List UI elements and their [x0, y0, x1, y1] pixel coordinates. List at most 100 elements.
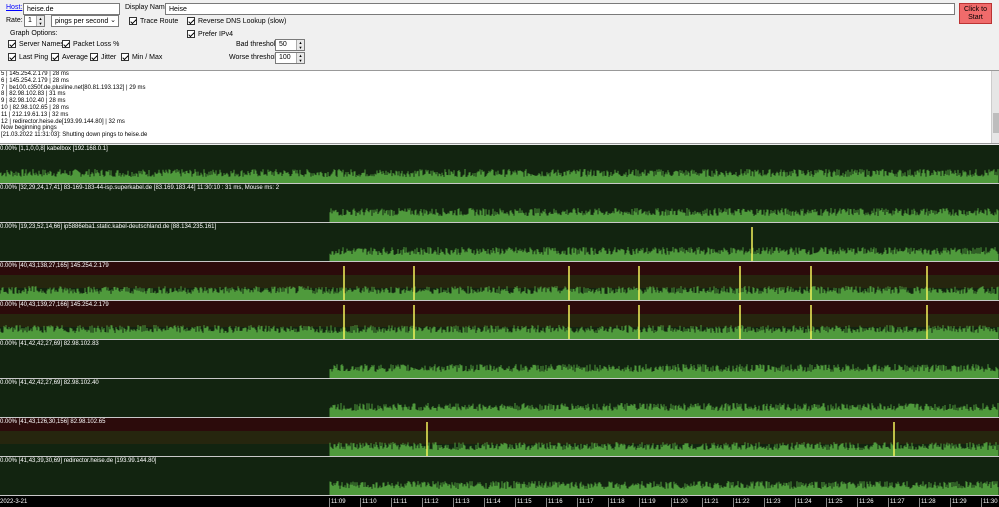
- check-icon: [8, 40, 16, 48]
- trace-route-checkbox[interactable]: Trace Route: [129, 16, 178, 26]
- prefer-ipv4-label: Prefer IPv4: [198, 30, 234, 38]
- graph-row[interactable]: 0.00% [1,1,0,0,8] kabelbox [192.168.0.1]: [0, 145, 999, 184]
- server-names-label: Server Names: [19, 40, 64, 48]
- axis-date: 2022-3-21: [0, 499, 28, 505]
- axis-tick: 11:10: [360, 498, 377, 507]
- axis-tick: 11:29: [950, 498, 967, 507]
- log-line: 8 | 82.98.102.83 | 31 ms: [1, 91, 66, 98]
- row-divider: [0, 495, 999, 496]
- graph-title: 0.00% [41,42,42,27,69] 82.98.102.40: [0, 380, 99, 386]
- start-button[interactable]: Click to Start: [959, 3, 992, 24]
- log-line: 10 | 82.98.102.65 | 28 ms: [1, 104, 69, 111]
- graph-row[interactable]: 0.00% [41,42,42,27,69] 82.98.102.83: [0, 340, 999, 379]
- axis-tick: 11:11: [391, 498, 408, 507]
- axis-tick: 11:18: [608, 498, 625, 507]
- graph-title: 0.00% [40,43,139,27,166] 145.254.2.179: [0, 302, 109, 308]
- row-divider: [0, 378, 999, 379]
- row-divider: [0, 300, 999, 301]
- graph-plot: [329, 403, 999, 417]
- axis-tick: 11:15: [515, 498, 532, 507]
- min-max-checkbox[interactable]: Min / Max: [121, 52, 162, 62]
- graph-title: 0.00% [41,43,39,30,69] redirector.heise.…: [0, 458, 157, 464]
- ping-bars: [0, 169, 999, 183]
- ping-graphs: 0.00% [1,1,0,0,8] kabelbox [192.168.0.1]…: [0, 145, 999, 498]
- check-icon: [187, 30, 195, 38]
- axis-tick: 11:27: [888, 498, 905, 507]
- log-scrollbar[interactable]: [991, 71, 999, 143]
- stepper-arrows-icon[interactable]: ▲ ▼: [36, 16, 44, 26]
- axis-tick: 11:17: [577, 498, 594, 507]
- graph-plot: [0, 169, 999, 183]
- graph-row[interactable]: 0.00% [40,43,138,27,165] 145.254.2.179: [0, 262, 999, 301]
- log-line: [21.03.2022 11:31:03]: Shutting down pin…: [1, 132, 148, 139]
- worse-threshold-label: Worse threshold:: [229, 54, 282, 61]
- jitter-checkbox[interactable]: Jitter: [90, 52, 116, 62]
- axis-tick: 11:28: [919, 498, 936, 507]
- average-label: Average: [62, 53, 88, 61]
- graph-row[interactable]: 0.00% [32,29,24,17,41] 83-169-183-44-isp…: [0, 184, 999, 223]
- graph-row[interactable]: 0.00% [41,43,39,30,69] redirector.heise.…: [0, 457, 999, 496]
- check-icon: [62, 40, 70, 48]
- axis-tick: 11:12: [422, 498, 439, 507]
- axis-tick: 11:24: [795, 498, 812, 507]
- bad-threshold-value: 50: [279, 41, 287, 48]
- row-divider: [0, 183, 999, 184]
- chevron-down-icon: ⌄: [110, 17, 116, 24]
- graph-plot: [329, 422, 999, 456]
- display-name-input[interactable]: Heise: [165, 3, 955, 15]
- host-input[interactable]: heise.de: [23, 3, 120, 15]
- ping-bars: [329, 247, 999, 261]
- packet-loss-checkbox[interactable]: Packet Loss %: [62, 39, 119, 49]
- stepper-arrows-icon[interactable]: ▲ ▼: [296, 53, 304, 63]
- last-ping-checkbox[interactable]: Last Ping: [8, 52, 48, 62]
- axis-tick: 11:25: [826, 498, 843, 507]
- rate-stepper[interactable]: 1 ▲ ▼: [24, 15, 45, 27]
- log-line: 6 | 145.254.2.179 | 28 ms: [1, 77, 69, 84]
- trace-route-label: Trace Route: [140, 17, 179, 25]
- log-line: 9 | 82.98.102.40 | 28 ms: [1, 98, 66, 105]
- log-line: Now beginning pings: [1, 125, 57, 132]
- log-line: 7 | be100.c350f.de.plusline.net[80.81.19…: [1, 84, 146, 91]
- row-divider: [0, 456, 999, 457]
- check-icon: [51, 53, 59, 61]
- rate-unit-value: pings per second: [55, 18, 109, 25]
- check-icon: [121, 53, 129, 61]
- graph-title: 0.00% [41,42,42,27,69] 82.98.102.83: [0, 341, 99, 347]
- log-line: 5 | 145.254.2.179 | 28 ms: [1, 71, 69, 77]
- trace-log[interactable]: 5 | 145.254.2.179 | 28 ms 6 | 145.254.2.1…: [0, 70, 999, 144]
- average-checkbox[interactable]: Average: [51, 52, 88, 62]
- scrollbar-thumb[interactable]: [993, 113, 999, 133]
- axis-tick: 11:20: [671, 498, 688, 507]
- graph-plot: [329, 364, 999, 378]
- server-names-checkbox[interactable]: Server Names: [8, 39, 64, 49]
- worse-threshold-value: 100: [279, 54, 291, 61]
- rate-unit-select[interactable]: pings per second ⌄: [51, 15, 119, 27]
- check-icon: [187, 17, 195, 25]
- ping-bars: [329, 364, 999, 378]
- axis-tick: 11:14: [484, 498, 501, 507]
- log-line: 12 | redirector.heise.de[193.99.144.80] …: [1, 118, 125, 125]
- log-line: 11 | 212.19.61.13 | 32 ms: [1, 111, 69, 118]
- rate-label: Rate:: [6, 17, 23, 24]
- graph-options-label: Graph Options:: [10, 30, 58, 37]
- graph-row[interactable]: 0.00% [41,43,126,30,156] 82.98.102.65: [0, 418, 999, 457]
- graph-plot: [0, 266, 999, 300]
- stepper-arrows-icon[interactable]: ▲ ▼: [296, 40, 304, 50]
- ping-bars: [329, 481, 999, 495]
- reverse-dns-checkbox[interactable]: Reverse DNS Lookup (slow): [187, 16, 286, 26]
- bad-threshold-stepper[interactable]: 50 ▲ ▼: [275, 39, 305, 51]
- graph-row[interactable]: 0.00% [41,42,42,27,69] 82.98.102.40: [0, 379, 999, 418]
- graph-row[interactable]: 0.00% [40,43,139,27,166] 145.254.2.179: [0, 301, 999, 340]
- rate-value: 1: [28, 17, 32, 24]
- axis-tick: 11:26: [857, 498, 874, 507]
- ping-bars: [329, 442, 999, 456]
- graph-title: 0.00% [40,43,138,27,165] 145.254.2.179: [0, 263, 109, 269]
- worse-threshold-stepper[interactable]: 100 ▲ ▼: [275, 52, 305, 64]
- prefer-ipv4-checkbox[interactable]: Prefer IPv4: [187, 29, 233, 39]
- packet-loss-label: Packet Loss %: [73, 40, 120, 48]
- graph-row[interactable]: 0.00% [19,23,52,14,66] ip5886eba1.static…: [0, 223, 999, 262]
- last-ping-label: Last Ping: [19, 53, 49, 61]
- reverse-dns-label: Reverse DNS Lookup (slow): [198, 17, 287, 25]
- axis-tick: 11:13: [453, 498, 470, 507]
- ping-bars: [0, 325, 999, 339]
